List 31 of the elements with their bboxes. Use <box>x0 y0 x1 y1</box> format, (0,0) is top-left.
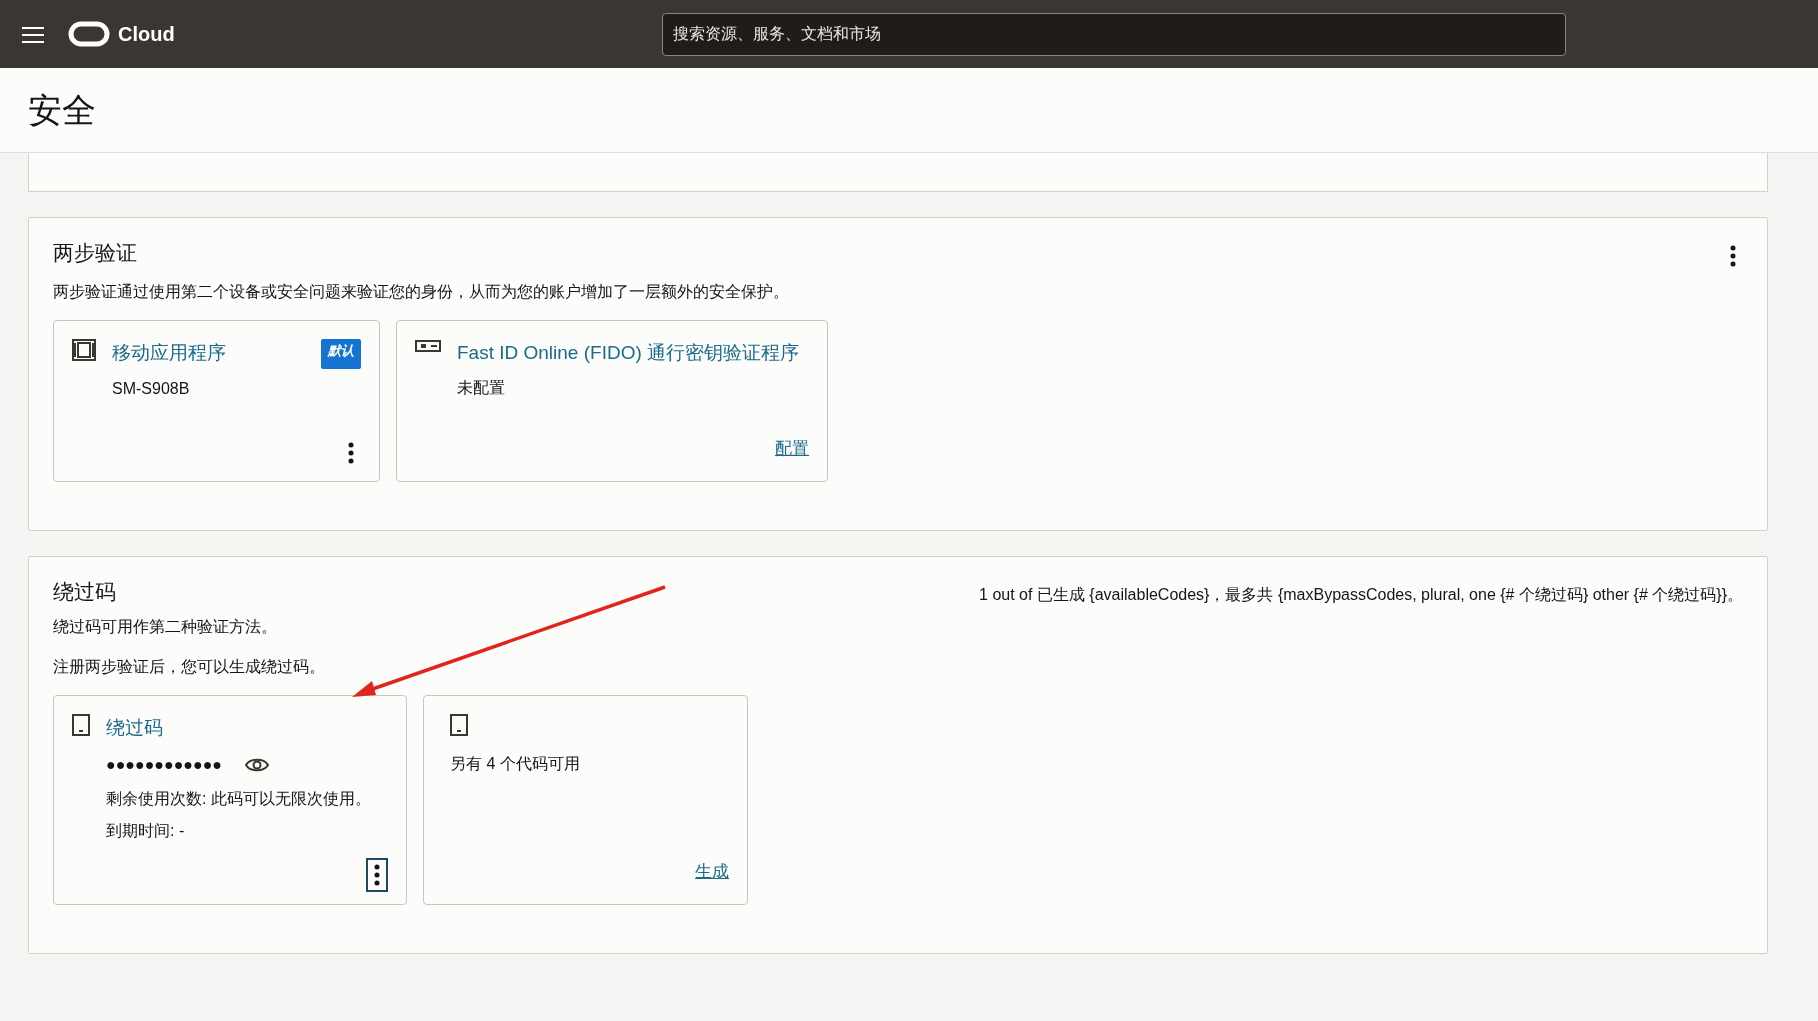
section-description: 两步验证通过使用第二个设备或安全问题来验证您的身份，从而为您的账户增加了一层额外的安全保护。 <box>53 282 790 302</box>
action-link[interactable]: 配置 <box>775 435 809 461</box>
kebab-icon <box>374 864 380 886</box>
page-title: 安全 <box>28 89 96 131</box>
app-title: Cloud <box>118 22 175 47</box>
kebab-icon <box>348 442 354 464</box>
phone-icon <box>72 714 90 736</box>
section-title: 绕过码 <box>53 579 116 605</box>
logo-icon <box>68 21 110 47</box>
search-field[interactable]: 搜索资源、服务、文档和市场 <box>662 12 1566 56</box>
key-icon <box>415 339 441 353</box>
method-detail: 剩余使用次数: 此码可以无限次使用。 <box>106 788 372 809</box>
kebab-icon <box>1730 245 1736 267</box>
section-description: 绕过码可用作第二种验证方法。 <box>53 617 278 637</box>
phone-icon <box>450 714 468 736</box>
method-title[interactable]: 绕过码 <box>106 714 163 743</box>
masked-code: ●●●●●●●●●●●● <box>106 754 222 775</box>
method-title[interactable]: 移动应用程序 <box>112 339 226 368</box>
method-detail: 另有 4 个代码可用 <box>450 754 580 774</box>
section-description: 注册两步验证后，您可以生成绕过码。 <box>53 657 326 677</box>
more-button[interactable] <box>366 858 388 892</box>
action-link[interactable]: 生成 <box>695 858 729 884</box>
method-detail: 到期时间: - <box>106 820 186 841</box>
method-detail: 未配置 <box>457 377 506 398</box>
method-title[interactable]: Fast ID Online (FIDO) 通行密钥验证程序 <box>457 339 800 368</box>
default-tag: 默认 <box>321 339 361 369</box>
menu-icon <box>22 26 44 43</box>
device-icon <box>72 339 96 361</box>
method-detail: SM-S908B <box>112 378 191 399</box>
section-title: 两步验证 <box>53 240 137 266</box>
bypass-summary: 1 out of 已生成 {availableCodes}，最多共 {maxBypassCodes, plural, one {# 个绕过码} other {# 个绕过码}}。 <box>979 585 1743 605</box>
